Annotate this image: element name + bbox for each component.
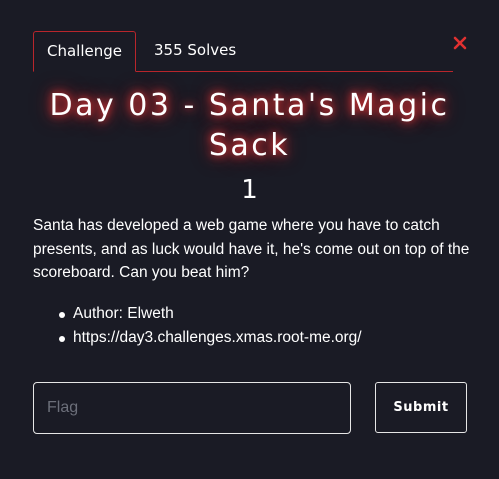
close-button[interactable] xyxy=(450,33,470,53)
challenge-description: Santa has developed a web game where you… xyxy=(33,217,470,281)
challenge-title: Day 03 - Santa's Magic Sack xyxy=(49,88,450,163)
tab-challenge[interactable]: Challenge xyxy=(33,31,136,72)
author-text: Author: Elweth xyxy=(73,305,174,322)
list-item-author: Author: Elweth xyxy=(33,302,473,326)
close-icon xyxy=(453,36,467,50)
challenge-meta-list: Author: Elweth https://day3.challenges.x… xyxy=(33,302,473,350)
flag-input[interactable] xyxy=(33,382,351,434)
list-item-link: https://day3.challenges.xmas.root-me.org… xyxy=(33,326,473,350)
challenge-modal: Challenge 355 Solves Day 03 - Santa's Ma… xyxy=(0,0,499,479)
bullet-icon xyxy=(59,336,65,342)
challenge-link[interactable]: https://day3.challenges.xmas.root-me.org… xyxy=(73,329,362,346)
tab-solves[interactable]: 355 Solves xyxy=(154,31,244,71)
challenge-tabs: Challenge 355 Solves xyxy=(33,31,453,72)
submit-button[interactable]: Submit xyxy=(375,382,467,433)
challenge-points: 1 xyxy=(241,175,258,205)
bullet-icon xyxy=(59,312,65,318)
